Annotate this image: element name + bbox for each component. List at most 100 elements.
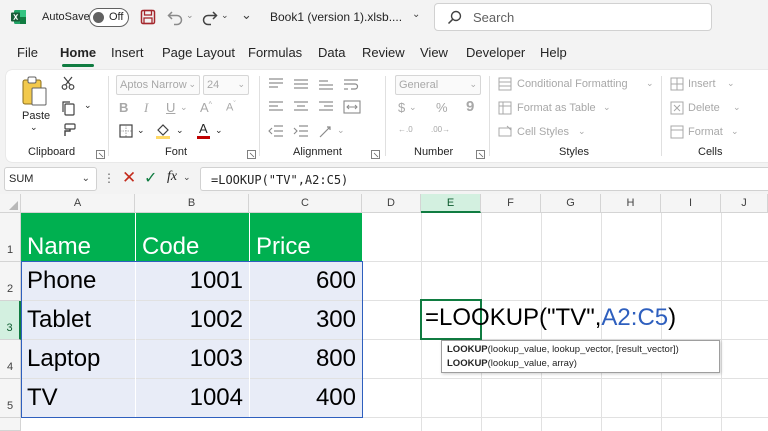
worksheet-grid[interactable]: A B C D E F G H I J 1 2 3 4 5 Name Code … (0, 194, 768, 431)
cell-b3[interactable]: 1002 (136, 301, 249, 339)
tab-review[interactable]: Review (362, 45, 405, 60)
conditional-formatting-icon[interactable] (498, 77, 512, 91)
search-input[interactable]: Search (434, 3, 712, 31)
cancel-icon[interactable]: ✕ (122, 168, 136, 188)
autosave-toggle[interactable]: Off (89, 8, 129, 27)
decrease-decimal-icon[interactable]: .00→ (431, 125, 450, 134)
decrease-font-icon[interactable]: Aˇ (226, 101, 236, 114)
cell-styles-button[interactable]: Cell Styles (517, 126, 569, 138)
number-launcher-icon[interactable] (476, 150, 485, 159)
font-launcher-icon[interactable] (247, 150, 256, 159)
increase-indent-icon[interactable] (293, 124, 309, 138)
currency-icon[interactable]: $ (398, 100, 405, 115)
cell-styles-icon[interactable] (498, 125, 512, 139)
cell-a2[interactable]: Phone (21, 262, 135, 300)
cell-c1[interactable]: Price (250, 213, 362, 261)
format-as-table-button[interactable]: Format as Table (517, 102, 596, 114)
chevron-down-icon[interactable]: ⌄ (183, 172, 191, 183)
column-header-d[interactable]: D (362, 194, 421, 213)
italic-icon[interactable]: I (144, 100, 148, 116)
column-header-b[interactable]: B (135, 194, 249, 213)
bold-icon[interactable]: B (119, 100, 128, 115)
column-header-h[interactable]: H (601, 194, 661, 213)
name-box[interactable]: SUM ⌄ (4, 167, 97, 191)
row-header-6[interactable] (0, 418, 21, 431)
row-header-5[interactable]: 5 (0, 379, 21, 418)
tab-view[interactable]: View (420, 45, 448, 60)
column-header-c[interactable]: C (249, 194, 362, 213)
format-painter-icon[interactable] (60, 123, 76, 137)
align-center-icon[interactable] (293, 100, 309, 114)
insert-cells-button[interactable]: Insert (688, 78, 716, 90)
conditional-formatting-button[interactable]: Conditional Formatting (517, 78, 628, 90)
bottom-align-icon[interactable] (318, 77, 334, 91)
underline-icon[interactable]: U (166, 100, 175, 115)
column-header-j[interactable]: J (721, 194, 768, 213)
paste-icon[interactable] (20, 75, 50, 107)
cell-b5[interactable]: 1004 (136, 379, 249, 417)
cell-c3[interactable]: 300 (250, 301, 362, 339)
column-header-i[interactable]: I (661, 194, 721, 213)
cell-b1[interactable]: Code (136, 213, 249, 261)
cut-icon[interactable] (61, 76, 75, 90)
cell-c5[interactable]: 400 (250, 379, 362, 417)
delete-cells-icon[interactable] (670, 101, 684, 115)
format-as-table-icon[interactable] (498, 101, 512, 115)
insert-function-icon[interactable]: fx (167, 169, 177, 185)
clipboard-launcher-icon[interactable] (96, 150, 105, 159)
column-header-g[interactable]: G (541, 194, 601, 213)
select-all-button[interactable] (0, 194, 21, 213)
row-header-1[interactable]: 1 (0, 213, 21, 262)
paste-dropdown-icon[interactable]: ⌄ (30, 122, 38, 133)
cell-c2[interactable]: 600 (250, 262, 362, 300)
undo-dropdown-icon[interactable]: ⌄ (186, 10, 194, 21)
align-right-icon[interactable] (318, 100, 334, 114)
tab-file[interactable]: File (17, 45, 38, 60)
undo-icon[interactable] (166, 8, 184, 26)
tab-home[interactable]: Home (60, 45, 96, 60)
customize-toolbar-icon[interactable]: ⌄ (241, 7, 252, 23)
top-align-icon[interactable] (268, 77, 284, 91)
column-header-e[interactable]: E (421, 194, 481, 213)
font-size-select[interactable]: 24 ⌄ (203, 75, 249, 95)
wrap-text-icon[interactable] (343, 77, 359, 91)
column-header-a[interactable]: A (21, 194, 135, 213)
formula-input[interactable]: =LOOKUP("TV",A2:C5) (200, 167, 768, 191)
row-header-4[interactable]: 4 (0, 340, 21, 379)
redo-icon[interactable] (201, 8, 219, 26)
increase-decimal-icon[interactable]: ←.0 (398, 125, 413, 134)
borders-dropdown-icon[interactable]: ⌄ (137, 125, 145, 136)
tab-developer[interactable]: Developer (466, 45, 525, 60)
fill-color-icon[interactable] (155, 123, 173, 139)
redo-dropdown-icon[interactable]: ⌄ (221, 10, 229, 21)
cell-b4[interactable]: 1003 (136, 340, 249, 378)
format-cells-icon[interactable] (670, 125, 684, 139)
font-color-icon[interactable]: A (199, 121, 208, 136)
column-header-f[interactable]: F (481, 194, 541, 213)
tab-help[interactable]: Help (540, 45, 567, 60)
number-format-select[interactable]: General ⌄ (395, 75, 481, 95)
enter-icon[interactable]: ✓ (144, 168, 157, 188)
orientation-icon[interactable] (318, 123, 334, 139)
tab-page-layout[interactable]: Page Layout (162, 45, 235, 60)
more-options-icon[interactable]: ⋮ (103, 171, 115, 185)
borders-icon[interactable] (119, 124, 133, 138)
tooltip-syntax-array[interactable]: LOOKUP(lookup_value, array) (447, 358, 577, 369)
align-left-icon[interactable] (268, 100, 284, 114)
cell-a5[interactable]: TV (21, 379, 135, 417)
percent-icon[interactable]: % (436, 100, 448, 115)
cell-a3[interactable]: Tablet (21, 301, 135, 339)
fill-color-dropdown-icon[interactable]: ⌄ (176, 125, 184, 136)
delete-cells-button[interactable]: Delete (688, 102, 720, 114)
chevron-down-icon[interactable]: ⌄ (412, 9, 420, 20)
tab-insert[interactable]: Insert (111, 45, 144, 60)
format-cells-button[interactable]: Format (688, 126, 723, 138)
cell-e3-editing-formula[interactable]: =LOOKUP("TV",A2:C5) (425, 304, 676, 332)
tab-formulas[interactable]: Formulas (248, 45, 302, 60)
increase-font-icon[interactable]: A^ (200, 100, 212, 115)
save-icon[interactable] (139, 8, 157, 26)
tooltip-syntax-vector[interactable]: LOOKUP(lookup_value, lookup_vector, [res… (447, 344, 679, 355)
tab-data[interactable]: Data (318, 45, 345, 60)
middle-align-icon[interactable] (293, 77, 309, 91)
cell-c4[interactable]: 800 (250, 340, 362, 378)
